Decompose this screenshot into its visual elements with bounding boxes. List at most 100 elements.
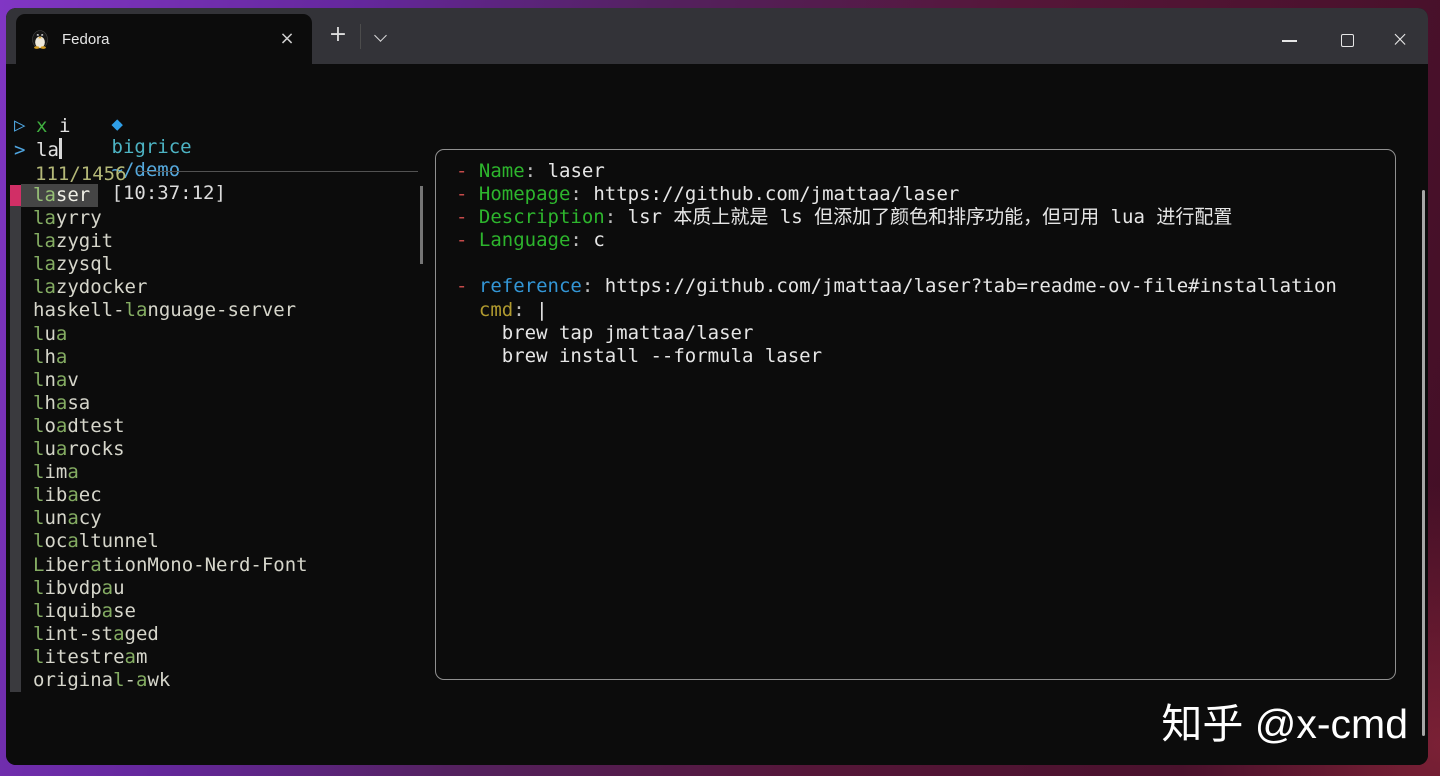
watermark: 知乎 @x-cmd <box>1161 701 1408 747</box>
item-label: libaec <box>33 484 102 507</box>
fzf-item[interactable]: lazygit <box>6 230 434 253</box>
gutter-cell <box>10 601 21 622</box>
fzf-item[interactable]: lazydocker <box>6 276 434 299</box>
item-label: LiberationMono-Nerd-Font <box>33 553 308 576</box>
preview-line: - Description: lsr 本质上就是 ls 但添加了颜色和排序功能，… <box>456 206 1233 229</box>
item-label: luarocks <box>33 438 125 461</box>
preview-line: - Homepage: https://github.com/jmattaa/l… <box>456 183 960 206</box>
preview-line <box>456 252 1385 275</box>
item-label: original-awk <box>33 668 171 691</box>
fzf-item[interactable]: lha <box>6 346 434 369</box>
fzf-item[interactable]: litestream <box>6 646 434 669</box>
fzf-item[interactable]: haskell-language-server <box>6 299 434 322</box>
command-name: x <box>36 115 48 137</box>
fzf-item[interactable]: lint-staged <box>6 623 434 646</box>
preview-line: - Language: c <box>456 229 605 252</box>
text-cursor <box>59 138 62 159</box>
command-args: i <box>59 115 71 137</box>
item-label: litestream <box>33 645 148 668</box>
chevron-down-icon <box>374 29 387 42</box>
preview-body: - Name: laser - Homepage: https://github.… <box>456 160 1385 368</box>
gutter-cell <box>10 347 21 368</box>
gutter-cell <box>10 624 21 645</box>
item-label: lua <box>33 322 68 345</box>
fzf-item[interactable]: LiberationMono-Nerd-Font <box>6 554 434 577</box>
item-label: lhasa <box>33 391 91 414</box>
preview-line: - reference: https://github.com/jmattaa/… <box>456 275 1337 298</box>
fzf-item[interactable]: libvdpau <box>6 577 434 600</box>
tab-close-button[interactable]: × <box>274 14 300 64</box>
fzf-item[interactable]: liquibase <box>6 600 434 623</box>
prompt-diamond-icon: ◆ <box>111 113 123 135</box>
fzf-item[interactable]: loadtest <box>6 415 434 438</box>
gutter-cell <box>10 670 21 691</box>
new-tab-button[interactable]: + <box>320 18 356 54</box>
minimize-icon <box>1282 40 1297 42</box>
gutter-cell <box>10 324 21 345</box>
gutter-cell <box>10 508 21 529</box>
maximize-button[interactable] <box>1318 8 1376 58</box>
item-label: lazygit <box>33 230 114 253</box>
preview-line: brew install --formula laser <box>456 344 823 367</box>
selection-pointer <box>10 185 21 207</box>
preview-pane: - Name: laser - Homepage: https://github.… <box>435 149 1396 680</box>
gutter-cell <box>10 531 21 552</box>
gutter-cell <box>10 300 21 321</box>
preview-line: - Name: laser <box>456 160 605 182</box>
item-label: lint-staged <box>33 622 159 645</box>
item-label: liquibase <box>33 599 136 622</box>
tux-icon <box>31 29 49 49</box>
gutter-cell <box>10 277 21 298</box>
gutter-cell <box>10 416 21 437</box>
fzf-item[interactable]: luarocks <box>6 438 434 461</box>
search-input[interactable]: la <box>36 139 59 162</box>
fzf-item[interactable]: lunacy <box>6 507 434 530</box>
minimize-button[interactable] <box>1260 8 1318 58</box>
fzf-item[interactable]: lua <box>6 323 434 346</box>
gutter-cell <box>10 485 21 506</box>
window-close-button[interactable]: × <box>1376 8 1424 58</box>
title-bar[interactable]: Fedora × + × <box>6 8 1428 64</box>
fzf-item[interactable]: original-awk <box>6 669 434 692</box>
fzf-scrollbar-thumb[interactable] <box>420 186 423 264</box>
item-label: laser <box>21 184 99 208</box>
fzf-item[interactable]: lima <box>6 461 434 484</box>
query-marker: > <box>14 139 26 161</box>
fzf-item[interactable]: localtunnel <box>6 530 434 553</box>
tab-fedora[interactable]: Fedora × <box>16 14 312 64</box>
gutter-cell <box>10 555 21 576</box>
preview-line: cmd: | <box>478 298 548 321</box>
gutter-cell <box>10 231 21 252</box>
fzf-item[interactable]: layrry <box>6 207 434 230</box>
gutter-cell <box>10 393 21 414</box>
fzf-item[interactable]: libaec <box>6 484 434 507</box>
separator-line <box>138 171 418 172</box>
match-counter: 111/1456 <box>35 163 127 185</box>
item-label: loadtest <box>33 414 125 437</box>
fzf-item[interactable]: lnav <box>6 369 434 392</box>
terminal-content[interactable]: ◆ bigrice ~/demo [10:37:12] ▷ x i > la 1… <box>6 64 1428 765</box>
tab-dropdown-button[interactable] <box>363 18 397 54</box>
gutter-cell <box>10 254 21 275</box>
terminal-scrollbar[interactable] <box>1422 190 1425 736</box>
toolbar-divider <box>360 24 361 49</box>
item-label: localtunnel <box>33 530 159 553</box>
gutter-cell <box>10 370 21 391</box>
tab-title: Fedora <box>62 31 110 48</box>
desktop-background: Fedora × + × ◆ bigrice ~/demo [10:37:12]… <box>0 0 1440 776</box>
fzf-item[interactable]: lazysql <box>6 253 434 276</box>
item-label: libvdpau <box>33 576 125 599</box>
fzf-item[interactable]: laser <box>6 184 434 208</box>
maximize-icon <box>1341 34 1354 47</box>
fzf-item[interactable]: lhasa <box>6 392 434 415</box>
fzf-result-list: laser layrry lazygit lazysql lazydocker haske… <box>6 184 434 692</box>
item-label: lha <box>33 345 68 368</box>
item-label: lazydocker <box>33 276 148 299</box>
item-label: layrry <box>33 207 102 230</box>
gutter-cell <box>10 208 21 229</box>
gutter-cell <box>10 439 21 460</box>
gutter-cell <box>10 578 21 599</box>
gutter-cell <box>10 462 21 483</box>
item-label: lima <box>33 461 79 484</box>
item-label: lazysql <box>33 253 114 276</box>
